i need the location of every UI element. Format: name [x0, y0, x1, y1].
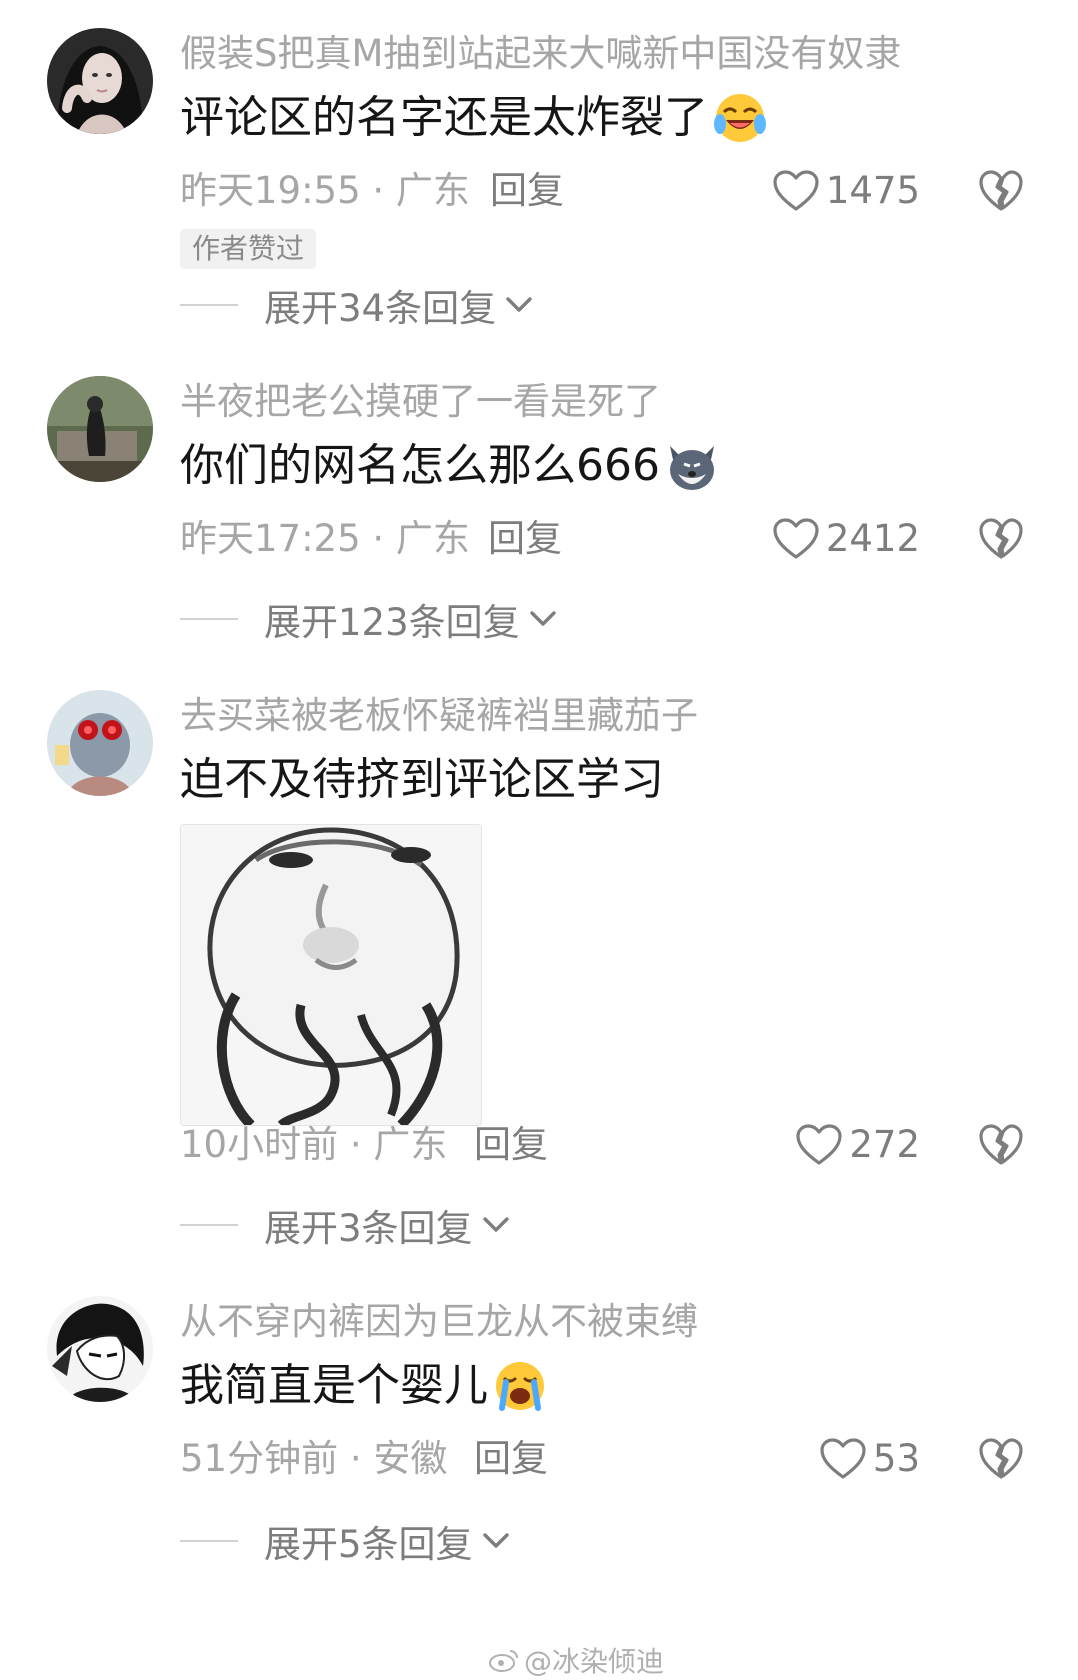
username[interactable]: 从不穿内裤因为巨龙从不被束缚	[180, 1300, 698, 1344]
comment-text-body: 我简直是个婴儿	[180, 1360, 488, 1411]
avatar[interactable]	[47, 1296, 153, 1402]
watermark-text: @冰染倾迪	[524, 1645, 665, 1678]
weibo-logo-icon	[489, 1650, 518, 1672]
like-count: 53	[872, 1437, 920, 1480]
divider	[180, 1540, 238, 1542]
expand-replies-label: 展开5条回复	[264, 1523, 473, 1566]
comment-item: 从不穿内裤因为巨龙从不被束缚 我简直是个婴儿 51分钟前 · 安徽 回复 53 …	[0, 0, 1078, 1680]
chevron-down-icon	[481, 1531, 511, 1551]
heart-icon	[819, 1437, 867, 1481]
comment-text: 我简直是个婴儿	[180, 1358, 548, 1414]
crying-emoji-icon	[492, 1358, 548, 1414]
like-button[interactable]: 53	[819, 1434, 920, 1484]
reply-button[interactable]: 回复	[474, 1434, 548, 1484]
watermark: @冰染倾迪	[488, 1640, 664, 1680]
broken-heart-icon[interactable]	[978, 1437, 1024, 1481]
comment-meta: 51分钟前 · 安徽 回复 53	[180, 1434, 1040, 1484]
timestamp-location: 51分钟前 · 安徽	[180, 1437, 448, 1480]
expand-replies-button[interactable]: 展开5条回复	[180, 1518, 511, 1566]
